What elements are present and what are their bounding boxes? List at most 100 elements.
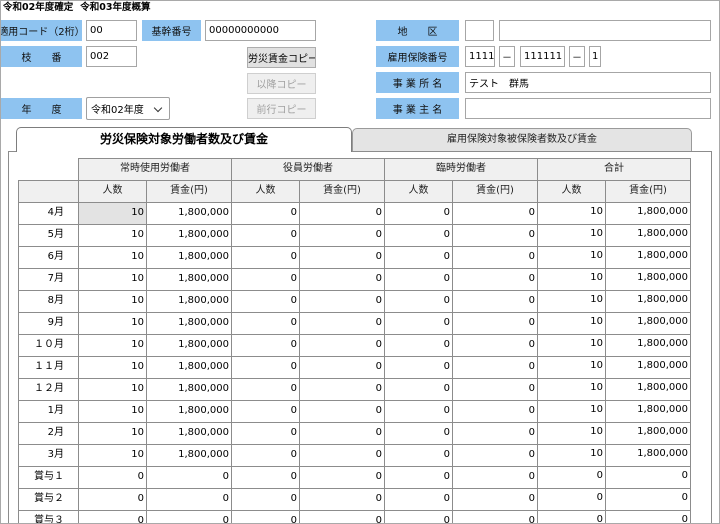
kikan-bango-input[interactable]: 00000000000 — [205, 20, 316, 41]
cell-officer-count[interactable]: 0 — [231, 224, 300, 247]
cell-temporary-count[interactable]: 0 — [384, 202, 453, 225]
tekiyo-code-input[interactable]: 00 — [86, 20, 137, 41]
cell-regular-wage[interactable]: 1,800,000 — [146, 202, 232, 225]
cell-regular-count[interactable]: 10 — [78, 224, 147, 247]
cell-temporary-wage[interactable]: 0 — [452, 334, 538, 357]
rousai-wage-copy-button[interactable]: 労災賃金コピー — [247, 47, 316, 68]
cell-regular-count[interactable]: 10 — [78, 378, 147, 401]
cell-temporary-count[interactable]: 0 — [384, 224, 453, 247]
copy-previous-row-button[interactable]: 前行コピー — [247, 98, 316, 119]
cell-officer-count[interactable]: 0 — [231, 444, 300, 467]
cell-officer-count[interactable]: 0 — [231, 378, 300, 401]
cell-temporary-wage[interactable]: 0 — [452, 510, 538, 524]
cell-regular-wage[interactable]: 1,800,000 — [146, 268, 232, 291]
cell-regular-count[interactable]: 10 — [78, 312, 147, 335]
cell-temporary-wage[interactable]: 0 — [452, 268, 538, 291]
cell-temporary-count[interactable]: 0 — [384, 356, 453, 379]
cell-regular-wage[interactable]: 1,800,000 — [146, 356, 232, 379]
cell-officer-wage[interactable]: 0 — [299, 378, 385, 401]
cell-temporary-wage[interactable]: 0 — [452, 400, 538, 423]
cell-officer-wage[interactable]: 0 — [299, 202, 385, 225]
cell-temporary-wage[interactable]: 0 — [452, 224, 538, 247]
cell-temporary-count[interactable]: 0 — [384, 444, 453, 467]
cell-regular-count[interactable]: 0 — [78, 488, 147, 511]
tab-koyo[interactable]: 雇用保険対象被保険者数及び賃金 — [352, 128, 692, 151]
cell-regular-count[interactable]: 10 — [78, 202, 147, 225]
chiku-name-input[interactable] — [499, 20, 711, 41]
cell-temporary-wage[interactable]: 0 — [452, 466, 538, 489]
jigyonushi-mei-input[interactable] — [465, 98, 711, 119]
cell-regular-wage[interactable]: 1,800,000 — [146, 334, 232, 357]
cell-regular-count[interactable]: 10 — [78, 268, 147, 291]
cell-regular-count[interactable]: 0 — [78, 510, 147, 524]
cell-officer-wage[interactable]: 0 — [299, 444, 385, 467]
cell-officer-wage[interactable]: 0 — [299, 466, 385, 489]
cell-officer-wage[interactable]: 0 — [299, 246, 385, 269]
cell-regular-wage[interactable]: 1,800,000 — [146, 246, 232, 269]
cell-temporary-count[interactable]: 0 — [384, 312, 453, 335]
cell-officer-wage[interactable]: 0 — [299, 224, 385, 247]
koyo-hoken-bango-part3-input[interactable]: 1 — [589, 46, 601, 67]
cell-temporary-count[interactable]: 0 — [384, 334, 453, 357]
cell-officer-wage[interactable]: 0 — [299, 400, 385, 423]
cell-temporary-count[interactable]: 0 — [384, 422, 453, 445]
cell-officer-count[interactable]: 0 — [231, 290, 300, 313]
cell-regular-count[interactable]: 10 — [78, 246, 147, 269]
edaban-input[interactable]: 002 — [86, 46, 137, 67]
cell-regular-wage[interactable]: 1,800,000 — [146, 290, 232, 313]
cell-regular-count[interactable]: 10 — [78, 400, 147, 423]
cell-regular-wage[interactable]: 0 — [146, 466, 232, 489]
cell-temporary-wage[interactable]: 0 — [452, 202, 538, 225]
cell-regular-count[interactable]: 10 — [78, 444, 147, 467]
cell-temporary-count[interactable]: 0 — [384, 246, 453, 269]
koyo-hoken-bango-part1-input[interactable]: 1111 — [465, 46, 495, 67]
cell-officer-wage[interactable]: 0 — [299, 422, 385, 445]
cell-temporary-count[interactable]: 0 — [384, 400, 453, 423]
cell-temporary-wage[interactable]: 0 — [452, 378, 538, 401]
cell-regular-count[interactable]: 10 — [78, 290, 147, 313]
cell-temporary-wage[interactable]: 0 — [452, 488, 538, 511]
cell-temporary-wage[interactable]: 0 — [452, 422, 538, 445]
cell-officer-count[interactable]: 0 — [231, 400, 300, 423]
cell-officer-count[interactable]: 0 — [231, 312, 300, 335]
cell-regular-wage[interactable]: 1,800,000 — [146, 400, 232, 423]
nendo-select[interactable]: 令和02年度 — [86, 97, 170, 120]
cell-temporary-wage[interactable]: 0 — [452, 356, 538, 379]
cell-regular-count[interactable]: 0 — [78, 466, 147, 489]
cell-officer-count[interactable]: 0 — [231, 334, 300, 357]
tab-rousai[interactable]: 労災保険対象労働者数及び賃金 — [16, 127, 352, 152]
cell-temporary-count[interactable]: 0 — [384, 378, 453, 401]
cell-regular-count[interactable]: 10 — [78, 356, 147, 379]
cell-regular-wage[interactable]: 1,800,000 — [146, 422, 232, 445]
cell-temporary-count[interactable]: 0 — [384, 290, 453, 313]
cell-officer-count[interactable]: 0 — [231, 246, 300, 269]
cell-officer-count[interactable]: 0 — [231, 202, 300, 225]
cell-temporary-wage[interactable]: 0 — [452, 290, 538, 313]
cell-temporary-wage[interactable]: 0 — [452, 246, 538, 269]
cell-regular-wage[interactable]: 0 — [146, 488, 232, 511]
cell-regular-count[interactable]: 10 — [78, 334, 147, 357]
cell-temporary-count[interactable]: 0 — [384, 466, 453, 489]
cell-temporary-count[interactable]: 0 — [384, 510, 453, 524]
cell-officer-wage[interactable]: 0 — [299, 268, 385, 291]
koyo-hoken-bango-part2-input[interactable]: 111111 — [520, 46, 565, 67]
cell-temporary-count[interactable]: 0 — [384, 488, 453, 511]
cell-regular-wage[interactable]: 1,800,000 — [146, 312, 232, 335]
cell-officer-count[interactable]: 0 — [231, 466, 300, 489]
cell-officer-count[interactable]: 0 — [231, 356, 300, 379]
cell-officer-count[interactable]: 0 — [231, 488, 300, 511]
cell-officer-wage[interactable]: 0 — [299, 334, 385, 357]
cell-officer-count[interactable]: 0 — [231, 268, 300, 291]
cell-officer-wage[interactable]: 0 — [299, 312, 385, 335]
cell-officer-count[interactable]: 0 — [231, 422, 300, 445]
cell-temporary-count[interactable]: 0 — [384, 268, 453, 291]
cell-officer-wage[interactable]: 0 — [299, 510, 385, 524]
jigyosho-mei-input[interactable]: テスト 群馬 — [465, 72, 711, 93]
cell-regular-wage[interactable]: 1,800,000 — [146, 224, 232, 247]
cell-temporary-wage[interactable]: 0 — [452, 312, 538, 335]
cell-temporary-wage[interactable]: 0 — [452, 444, 538, 467]
cell-officer-wage[interactable]: 0 — [299, 356, 385, 379]
cell-officer-wage[interactable]: 0 — [299, 488, 385, 511]
cell-regular-wage[interactable]: 1,800,000 — [146, 378, 232, 401]
cell-regular-wage[interactable]: 0 — [146, 510, 232, 524]
